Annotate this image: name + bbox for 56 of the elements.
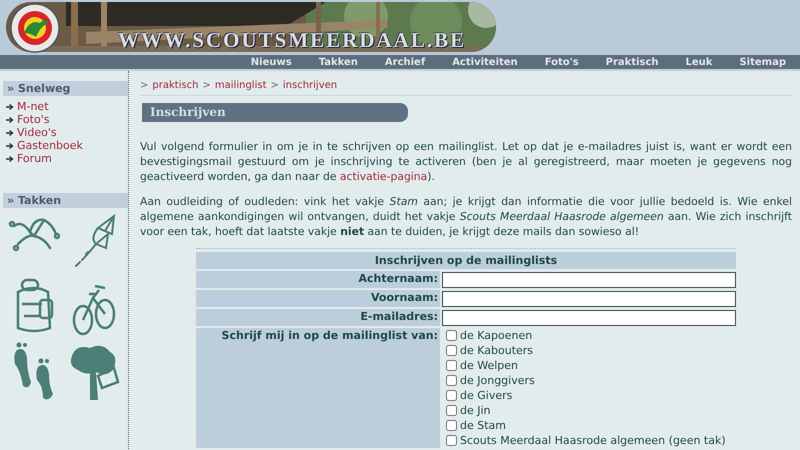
checkbox-label: Scouts Meerdaal Haasrode algemeen (geen tak) — [460, 433, 726, 448]
input-field[interactable] — [442, 310, 736, 326]
form-title: Inschrijven op de mailinglists — [196, 252, 736, 269]
checkbox-label: de Kapoenen — [460, 328, 532, 343]
sidebar-link[interactable]: Forum — [6, 152, 128, 165]
input-field[interactable] — [442, 291, 736, 307]
sidebar-link[interactable]: Video's — [6, 126, 128, 139]
arrow-icon — [6, 154, 14, 162]
checkbox[interactable] — [446, 435, 457, 446]
checkbox[interactable] — [446, 405, 457, 416]
field-label: Achternaam: — [196, 271, 440, 288]
sidebar-link[interactable]: Foto's — [6, 113, 128, 126]
nav-link[interactable]: Activiteiten — [452, 56, 518, 68]
arrow-icon — [6, 142, 14, 150]
field-label: Schrijf mij in op de mailinglist van: — [196, 328, 440, 448]
sidebar-heading: » Takken — [3, 193, 128, 208]
breadcrumb-link[interactable]: mailinglist — [214, 80, 266, 91]
activation-link[interactable]: activatie-pagina — [340, 170, 428, 183]
field-label: Voornaam: — [196, 290, 440, 307]
page-heading: Inschrijven — [142, 103, 408, 122]
nav-link[interactable]: Nieuws — [250, 56, 292, 68]
breadcrumb-separator: > — [140, 80, 148, 91]
sidebar-link[interactable]: Gastenboek — [6, 139, 128, 152]
breadcrumb-link[interactable]: praktisch — [152, 80, 199, 91]
checkbox[interactable] — [446, 375, 457, 386]
breadcrumb-separator: > — [202, 80, 211, 91]
nav-link[interactable]: Archief — [384, 56, 426, 68]
arrow-icon — [6, 128, 14, 136]
arrow-icon — [6, 102, 14, 110]
checkbox[interactable] — [446, 390, 457, 401]
nav-link[interactable]: Takken — [318, 56, 358, 68]
sidebar-link[interactable]: M-net — [6, 100, 128, 113]
checkbox[interactable] — [446, 330, 457, 341]
arrow-icon — [6, 116, 14, 124]
checkbox[interactable] — [446, 420, 457, 431]
nav-link[interactable]: Leuk — [686, 56, 712, 68]
checkbox-label: de Welpen — [460, 358, 518, 373]
checkbox[interactable] — [446, 360, 457, 371]
checkbox-label: de Jin — [460, 403, 491, 418]
nav-link[interactable]: Praktisch — [606, 56, 659, 68]
sidebar-heading: » Snelweg — [3, 81, 128, 96]
breadcrumb-separator: > — [270, 80, 279, 91]
field-label: E-mailadres: — [196, 309, 440, 326]
site-title: WWW.SCOUTSMEERDAAL.BE — [118, 28, 466, 53]
checkbox-label: de Stam — [460, 418, 506, 433]
emblem-icon — [10, 3, 60, 53]
paragraph: Aan oudleiding of oudleden: vink het vakje Stam aan; je krijgt dan informatie die voor jullie bedoeld is. Wie enkel algemene aankondigingen wil ontvangen, duidt het vakje Scouts Meerdaal Haasrode algemeen aan. Wie zich inschrijft voor een tak, hoeft dat laatste vakje niet aan te duiden, je krijgt deze mails dan sowieso al! — [140, 194, 792, 239]
checkbox-label: de Kabouters — [460, 343, 534, 358]
paragraph: Vul volgend formulier in om je in te schrijven op een mailinglist. Let op dat je e-mailadres juist is, want er wordt een bevestigingsmail gestuurd om je inschrijving te activeren (ben je al geregistreerd, maar moeten je gegevens nog geactiveerd worden, ga dan naar de activatie-pagina). — [140, 139, 792, 184]
checkbox[interactable] — [446, 345, 457, 356]
input-field[interactable] — [442, 272, 736, 288]
checkbox-label: de Jonggivers — [460, 373, 535, 388]
nav-link[interactable]: Foto's — [544, 56, 579, 68]
nav-link[interactable]: Sitemap — [739, 56, 786, 68]
checkbox-label: de Givers — [460, 388, 512, 403]
breadcrumb-link[interactable]: inschrijven — [282, 80, 338, 91]
